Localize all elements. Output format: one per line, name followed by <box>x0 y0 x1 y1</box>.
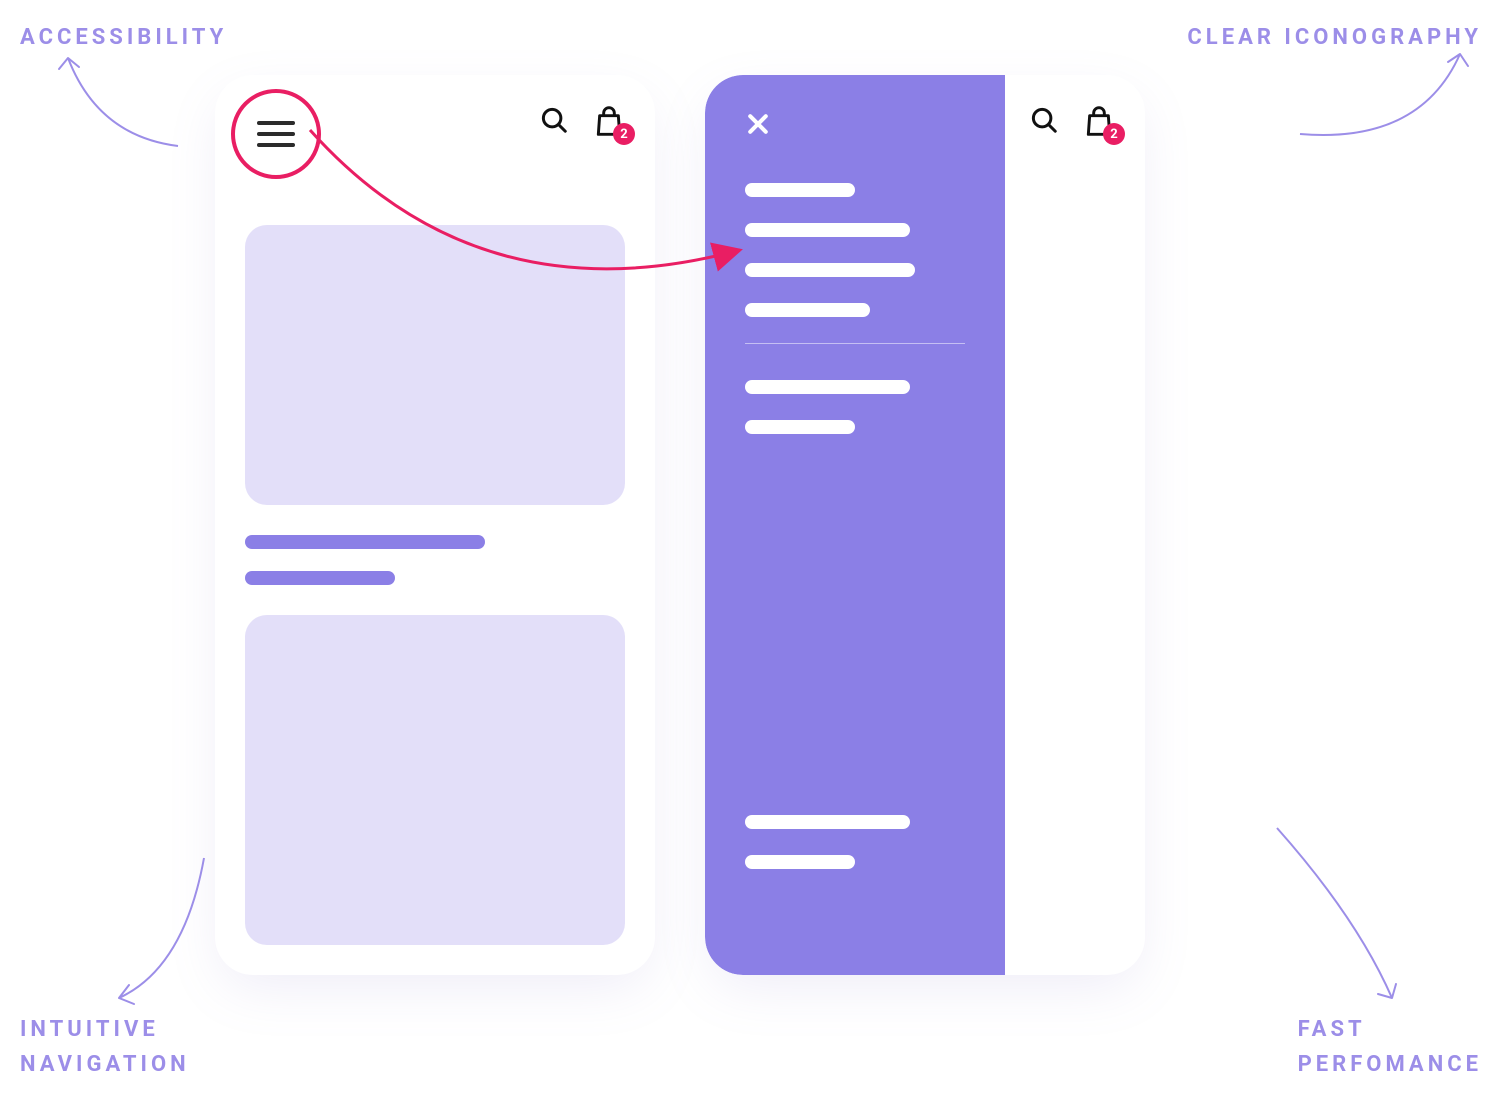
drawer-divider <box>745 343 965 344</box>
drawer-menu-item[interactable] <box>745 855 855 869</box>
label-intuitive-navigation: INTUITIVE NAVIGATION <box>20 1012 190 1082</box>
drawer-menu-item[interactable] <box>745 815 910 829</box>
annotation-arrow <box>84 848 244 1008</box>
label-line: PERFOMANCE <box>1298 1052 1482 1077</box>
text-placeholder-line <box>245 535 485 549</box>
drawer-menu-item[interactable] <box>745 380 910 394</box>
shopping-bag-icon[interactable]: 2 <box>1083 105 1117 139</box>
annotation-arrow <box>1280 34 1480 154</box>
label-line: INTUITIVE <box>20 1017 159 1042</box>
label-line: FAST <box>1298 1017 1366 1042</box>
annotation-arrow <box>1252 818 1422 1008</box>
label-fast-performance: FAST PERFOMANCE <box>1298 1012 1482 1082</box>
content-card <box>245 615 625 945</box>
bag-count-badge: 2 <box>1103 123 1125 145</box>
search-icon[interactable] <box>1029 105 1063 139</box>
text-placeholder-line <box>245 571 395 585</box>
top-icon-group: 2 <box>1029 105 1117 139</box>
flow-arrow-hamburger-to-drawer <box>280 70 800 310</box>
annotation-arrow <box>38 36 208 156</box>
drawer-menu-item[interactable] <box>745 420 855 434</box>
label-line: NAVIGATION <box>20 1052 190 1077</box>
